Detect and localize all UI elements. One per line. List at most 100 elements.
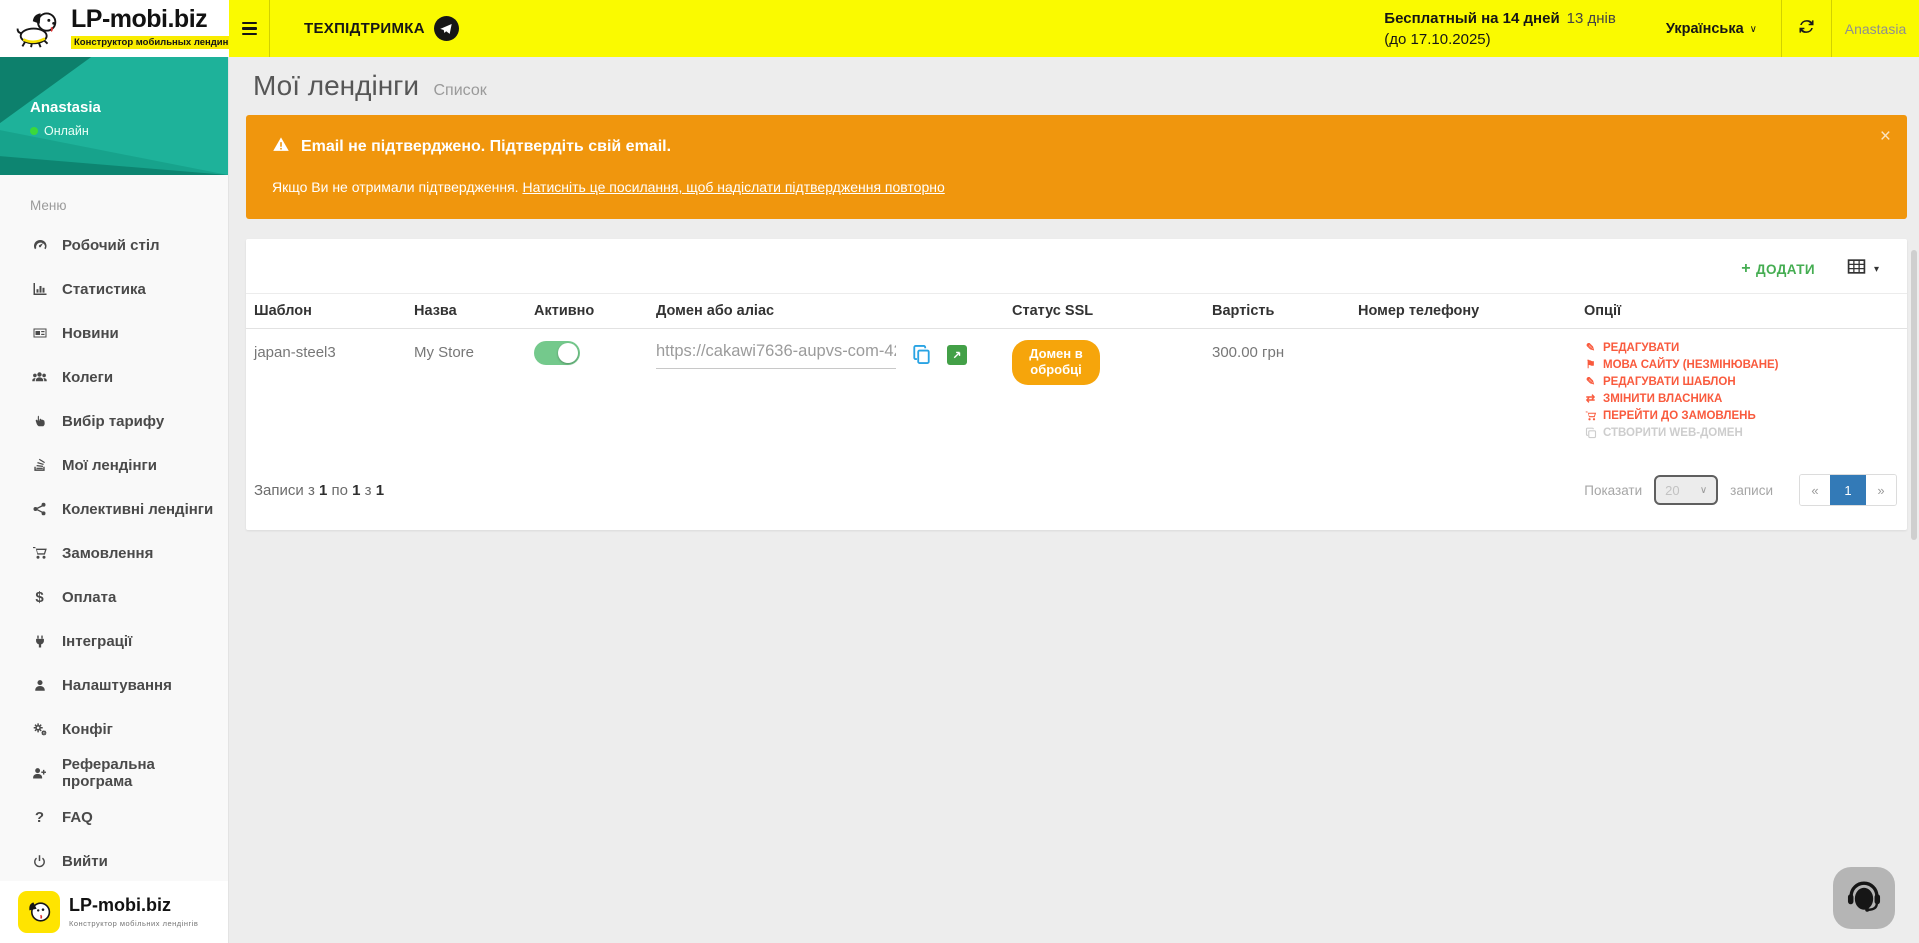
- sidebar-item-logout[interactable]: Вийти: [0, 839, 228, 883]
- sidebar-item-config[interactable]: Конфіг: [0, 707, 228, 751]
- refresh-button[interactable]: [1781, 0, 1831, 57]
- sidebar-item-label: Інтеграції: [62, 633, 132, 650]
- menu-section-label: Меню: [30, 198, 228, 213]
- news-icon: [30, 325, 49, 341]
- plug-icon: [30, 634, 49, 649]
- sidebar-item-payment[interactable]: $ Оплата: [0, 575, 228, 619]
- support-label: ТЕХПІДТРИМКА: [304, 20, 425, 37]
- language-dropdown[interactable]: Українська ∨: [1642, 0, 1781, 57]
- sidebar-item-my-landings[interactable]: Мої лендінги: [0, 443, 228, 487]
- resend-confirmation-link[interactable]: Натисніть це посилання, щоб надіслати пі…: [522, 179, 944, 195]
- trial-days-left: 13 днів: [1567, 10, 1616, 27]
- sidebar-item-label: Статистика: [62, 281, 146, 298]
- add-label: ДОДАТИ: [1756, 262, 1815, 277]
- sidebar-footer-logo: LP-mobi.biz Конструктор мобільних лендін…: [0, 881, 228, 943]
- sidebar-item-faq[interactable]: ? FAQ: [0, 795, 228, 839]
- footer-brand-tagline: Конструктор мобільних лендінгів: [69, 919, 198, 928]
- panel-toolbar: + ДОДАТИ ▾: [246, 239, 1907, 293]
- cell-phone: [1350, 329, 1576, 445]
- sidebar-item-label: Конфіг: [62, 721, 113, 738]
- colleagues-icon: [30, 369, 49, 385]
- cogs-icon: [30, 721, 49, 737]
- tech-support-button[interactable]: ТЕХПІДТРИМКА: [270, 0, 489, 57]
- col-template: Шаблон: [246, 294, 406, 329]
- dog-app-icon: [18, 891, 60, 933]
- alert-body: Якщо Ви не отримали підтвердження.: [272, 179, 522, 195]
- copy-icon[interactable]: [911, 344, 932, 365]
- chevron-down-icon: ▾: [1874, 264, 1879, 275]
- page-header: Мої лендінги Список: [229, 57, 1919, 115]
- active-toggle[interactable]: [534, 341, 580, 365]
- dollar-icon: $: [30, 590, 49, 605]
- sidebar-item-label: Мої лендінги: [62, 457, 157, 474]
- language-icon: ⚑: [1584, 360, 1597, 371]
- go-to-orders-link[interactable]: ПЕРЕЙТИ ДО ЗАМОВЛЕНЬ: [1584, 410, 1899, 422]
- panel-footer: Записи з 1 по 1 з 1 Показати 20 ∨ записи…: [246, 444, 1907, 522]
- sidebar-item-integrations[interactable]: Інтеграції: [0, 619, 228, 663]
- sidebar-item-statistics[interactable]: Статистика: [0, 267, 228, 311]
- close-icon[interactable]: ×: [1880, 127, 1891, 146]
- table-header-row: Шаблон Назва Активно Домен або аліас Ста…: [246, 294, 1907, 329]
- change-owner-link[interactable]: ⇄ ЗМІНИТИ ВЛАСНИКА: [1584, 393, 1899, 405]
- landings-stack-icon: [30, 457, 49, 473]
- hamburger-menu-button[interactable]: [229, 0, 270, 57]
- sidebar-item-collective-landings[interactable]: Колективні лендінги: [0, 487, 228, 531]
- edit-template-link[interactable]: ✎ РЕДАГУВАТИ ШАБЛОН: [1584, 376, 1899, 388]
- online-status-dot: [30, 127, 38, 135]
- next-page-button[interactable]: »: [1866, 475, 1896, 505]
- sidebar-item-label: Оплата: [62, 589, 116, 606]
- landings-panel: + ДОДАТИ ▾ Шаблон Назва Активно Домен аб…: [246, 239, 1907, 530]
- sidebar-item-label: Налаштування: [62, 677, 172, 694]
- footer-brand-name: LP-mobi.biz: [69, 896, 198, 916]
- sidebar-item-colleagues[interactable]: Колеги: [0, 355, 228, 399]
- question-icon: ?: [30, 810, 49, 825]
- sidebar-item-settings[interactable]: Налаштування: [0, 663, 228, 707]
- domain-input[interactable]: [656, 340, 896, 369]
- brand-name: LP-mobi.biz: [71, 7, 247, 32]
- language-label: Українська: [1666, 21, 1744, 37]
- sidebar-item-news[interactable]: Новини: [0, 311, 228, 355]
- sidebar-item-label: Вийти: [62, 853, 108, 870]
- col-phone: Номер телефону: [1350, 294, 1576, 329]
- edit-link[interactable]: ✎ РЕДАГУВАТИ: [1584, 342, 1899, 354]
- scrollbar-thumb[interactable]: [1911, 250, 1917, 540]
- page-size-select[interactable]: 20 ∨: [1654, 475, 1718, 505]
- sidebar-item-label: FAQ: [62, 809, 93, 826]
- tariff-hand-icon: [30, 413, 49, 429]
- sidebar-item-dashboard[interactable]: Робочий стіл: [0, 223, 228, 267]
- email-warning-banner: Email не підтверджено. Підтвердіть свій …: [246, 115, 1907, 219]
- pagination: « 1 »: [1799, 474, 1897, 506]
- alert-title: Email не підтверджено. Підтвердіть свій …: [301, 138, 671, 156]
- sidebar-item-tariff[interactable]: Вибір тарифу: [0, 399, 228, 443]
- sidebar-menu: Робочий стіл Статистика Новини Колеги Ви…: [0, 223, 228, 883]
- open-site-icon[interactable]: [947, 345, 967, 365]
- cart-icon: [1584, 410, 1597, 422]
- page-size-value: 20: [1665, 483, 1679, 498]
- trial-info: Бесплатный на 14 дней13 днів (до 17.10.2…: [1384, 0, 1616, 57]
- warning-icon: [272, 136, 290, 158]
- topbar: ТЕХПІДТРИМКА Бесплатный на 14 дней13 дні…: [229, 0, 1919, 57]
- page-1-button[interactable]: 1: [1830, 475, 1866, 505]
- sidebar-item-orders[interactable]: Замовлення: [0, 531, 228, 575]
- chevron-down-icon: ∨: [1750, 24, 1757, 35]
- site-language-link[interactable]: ⚑ МОВА САЙТУ (НЕЗМІНЮВАНЕ): [1584, 359, 1899, 371]
- sidebar-item-label: Колеги: [62, 369, 113, 386]
- support-chat-button[interactable]: [1833, 867, 1895, 929]
- prev-page-button[interactable]: «: [1800, 475, 1830, 505]
- exchange-icon: ⇄: [1584, 394, 1597, 405]
- columns-dropdown[interactable]: ▾: [1847, 258, 1879, 280]
- sidebar-item-label: Реферальна програма: [62, 756, 228, 790]
- landings-table: Шаблон Назва Активно Домен або аліас Ста…: [246, 293, 1907, 444]
- cell-name: My Store: [406, 329, 526, 445]
- sidebar: Anastasia Онлайн Меню Робочий стіл Стати…: [0, 57, 229, 943]
- hamburger-icon: [242, 22, 257, 35]
- add-landing-button[interactable]: + ДОДАТИ: [1741, 261, 1815, 277]
- sidebar-item-referral[interactable]: Реферальна програма: [0, 751, 228, 795]
- topbar-username[interactable]: Anastasia: [1831, 0, 1919, 57]
- headset-icon: [1842, 874, 1886, 923]
- col-domain: Домен або аліас: [648, 294, 1004, 329]
- main-content: Мої лендінги Список Email не підтверджен…: [229, 57, 1919, 943]
- show-label: Показати: [1584, 483, 1642, 498]
- brand-logo: LP-mobi.biz Конструктор мобильных лендин…: [0, 0, 229, 57]
- user-icon: [30, 678, 49, 693]
